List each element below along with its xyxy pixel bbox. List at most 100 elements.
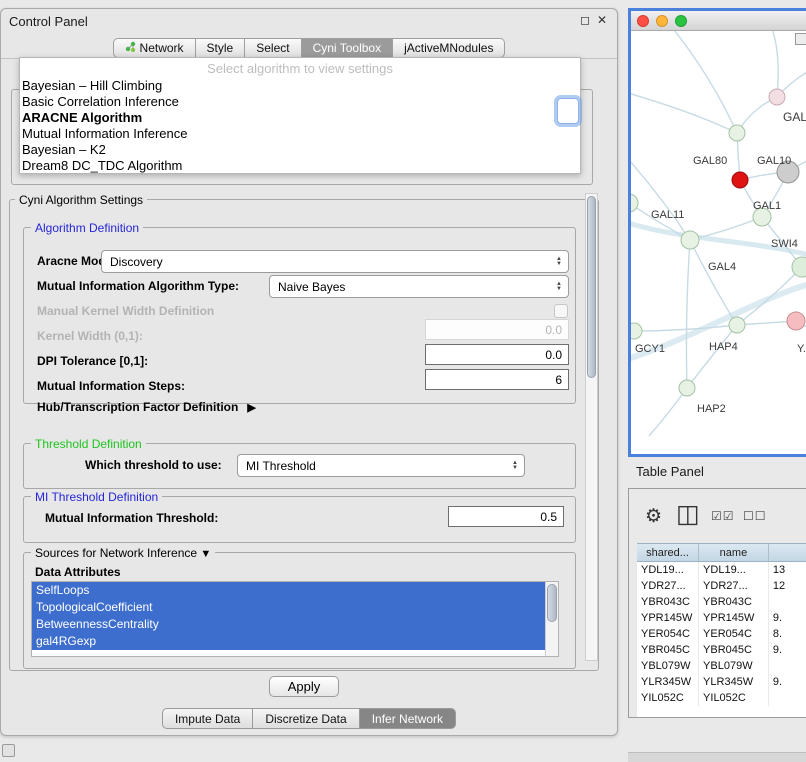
- table-cell: YBR045C: [637, 642, 699, 658]
- table-panel-window: ⚙ ◫ ☑☑ ☐☐ shared...name YDL19...YDL19...…: [628, 488, 806, 718]
- attribute-item-gal4rgexp[interactable]: gal4RGexp: [32, 633, 545, 650]
- table-cell: YER054C: [637, 626, 699, 642]
- table-row[interactable]: YBR043CYBR043C: [637, 594, 806, 610]
- network-node[interactable]: [729, 317, 745, 333]
- algorithm-combobox-fragment[interactable]: [557, 98, 579, 124]
- mi-type-label: Mutual Information Algorithm Type:: [37, 279, 239, 293]
- close-icon[interactable]: ✕: [597, 13, 607, 27]
- gear-icon[interactable]: ⚙: [645, 505, 662, 528]
- network-canvas[interactable]: GAL...GAL80GAL10GAL11GAL1SWI4GAL4GCY1HAP…: [631, 31, 806, 454]
- bottom-tab-impute-data[interactable]: Impute Data: [162, 708, 253, 729]
- table-cell: YLR345W: [699, 674, 769, 690]
- sources-title-text: Sources for Network Inference: [35, 546, 197, 560]
- table-row[interactable]: YBR045CYBR045C9.: [637, 642, 806, 658]
- data-attributes-list[interactable]: SelfLoopsTopologicalCoefficientBetweenne…: [31, 581, 559, 657]
- aracne-mode-value: Discovery: [102, 255, 552, 269]
- mi-steps-field[interactable]: 6: [425, 369, 569, 390]
- list-scrollbar[interactable]: [545, 582, 558, 656]
- table-row[interactable]: YLR345WYLR345W9.: [637, 674, 806, 690]
- network-edge: [634, 325, 737, 331]
- node-label: HAP2: [697, 403, 726, 415]
- zoom-traffic-light-icon[interactable]: [675, 15, 687, 27]
- network-node[interactable]: [769, 89, 785, 105]
- network-node[interactable]: [679, 380, 695, 396]
- attribute-item-topologicalcoefficient[interactable]: TopologicalCoefficient: [32, 599, 545, 616]
- aracne-mode-select[interactable]: Discovery ▲▼: [101, 250, 569, 273]
- network-node[interactable]: [732, 172, 748, 188]
- algorithm-option-dream8-dc-tdc-algorithm[interactable]: Dream8 DC_TDC Algorithm: [20, 158, 580, 174]
- table-cell: YPR145W: [699, 610, 769, 626]
- select-all-icon[interactable]: ☑☑: [711, 509, 735, 523]
- network-node[interactable]: [631, 323, 642, 339]
- collapsed-panel-strip[interactable]: [628, 752, 806, 762]
- data-attributes-items: SelfLoopsTopologicalCoefficientBetweenne…: [32, 582, 558, 650]
- network-node[interactable]: [729, 125, 745, 141]
- column-header-2[interactable]: name: [699, 544, 769, 561]
- tab-cyni-toolbox[interactable]: Cyni Toolbox: [302, 38, 393, 58]
- table-cell: YIL052C: [699, 690, 769, 706]
- minimize-traffic-light-icon[interactable]: [656, 15, 668, 27]
- control-panel-titlebar[interactable]: Control Panel ◻ ✕: [1, 9, 617, 33]
- list-scrollbar-thumb[interactable]: [547, 584, 557, 622]
- table-row[interactable]: YPR145WYPR145W9.: [637, 610, 806, 626]
- algorithm-option-bayesian-k2[interactable]: Bayesian – K2: [20, 142, 580, 158]
- mi-type-value: Naive Bayes: [270, 280, 552, 294]
- deselect-all-icon[interactable]: ☐☐: [743, 509, 767, 523]
- sources-group-title[interactable]: Sources for Network Inference ▼: [31, 546, 215, 560]
- table-row[interactable]: YBL079WYBL079W: [637, 658, 806, 674]
- network-icon: [125, 41, 136, 55]
- restore-icon[interactable]: ◻: [580, 13, 590, 27]
- network-node[interactable]: [631, 194, 638, 212]
- network-node[interactable]: [681, 231, 699, 249]
- table-row[interactable]: YDL19...YDL19...13: [637, 562, 806, 578]
- algorithm-option-mutual-information-inference[interactable]: Mutual Information Inference: [20, 126, 580, 142]
- which-threshold-select[interactable]: MI Threshold ▲▼: [237, 454, 525, 477]
- algorithm-option-bayesian-hill-climbing[interactable]: Bayesian – Hill Climbing: [20, 78, 580, 94]
- mi-type-select[interactable]: Naive Bayes ▲▼: [269, 275, 569, 298]
- table-cell: 12: [769, 578, 806, 594]
- bottom-tab-discretize-data[interactable]: Discretize Data: [253, 708, 359, 729]
- network-window-titlebar[interactable]: [631, 11, 806, 31]
- columns-icon[interactable]: ◫: [676, 499, 700, 529]
- network-edge: [671, 31, 737, 133]
- mi-threshold-field[interactable]: 0.5: [448, 506, 564, 527]
- table-row[interactable]: YIL052CYIL052C: [637, 690, 806, 706]
- network-view-window: GAL...GAL80GAL10GAL11GAL1SWI4GAL4GCY1HAP…: [628, 8, 806, 457]
- collapse-down-icon[interactable]: ▼: [200, 548, 211, 560]
- canvas-scrollbar-button[interactable]: [795, 33, 806, 45]
- manual-kernel-checkbox[interactable]: [554, 304, 568, 318]
- attribute-item-betweennesscentrality[interactable]: BetweennessCentrality: [32, 616, 545, 633]
- algorithm-option-aracne-algorithm[interactable]: ARACNE Algorithm: [20, 110, 580, 126]
- expand-right-icon[interactable]: ▶: [247, 401, 255, 414]
- bottom-tab-infer-network[interactable]: Infer Network: [360, 708, 456, 729]
- attribute-item-selfloops[interactable]: SelfLoops: [32, 582, 545, 599]
- dock-icon[interactable]: [2, 744, 15, 757]
- table-row[interactable]: YDR27...YDR27...12: [637, 578, 806, 594]
- node-label: GAL10: [757, 155, 791, 167]
- tab-style[interactable]: Style: [196, 38, 246, 58]
- table-row[interactable]: YER054CYER054C8.: [637, 626, 806, 642]
- combo-arrows-icon: ▲▼: [552, 282, 566, 292]
- table-cell: YIL052C: [637, 690, 699, 706]
- data-attributes-label: Data Attributes: [35, 565, 121, 579]
- dpi-tolerance-field[interactable]: 0.0: [425, 344, 569, 365]
- node-label: SWI4: [771, 238, 798, 250]
- network-node[interactable]: [787, 312, 805, 330]
- tab-select[interactable]: Select: [245, 38, 301, 58]
- dpi-tolerance-label: DPI Tolerance [0,1]:: [37, 354, 148, 368]
- network-edge: [690, 240, 737, 325]
- algorithm-option-basic-correlation-inference[interactable]: Basic Correlation Inference: [20, 94, 580, 110]
- settings-scrollbar[interactable]: [585, 193, 598, 661]
- tab-jactivemnodules[interactable]: jActiveMNodules: [393, 38, 505, 58]
- close-traffic-light-icon[interactable]: [637, 15, 649, 27]
- apply-button[interactable]: Apply: [269, 676, 339, 697]
- table-cell: YPR145W: [637, 610, 699, 626]
- column-header-1[interactable]: shared...: [637, 544, 699, 561]
- hub-definition-expander[interactable]: Hub/Transcription Factor Definition ▶: [37, 400, 256, 414]
- network-node[interactable]: [792, 257, 806, 277]
- kernel-width-field[interactable]: 0.0: [425, 319, 569, 340]
- tab-network[interactable]: Network: [113, 38, 196, 58]
- table-cell: 9.: [769, 610, 806, 626]
- column-header-3[interactable]: [769, 544, 806, 561]
- settings-scrollbar-thumb[interactable]: [587, 196, 596, 378]
